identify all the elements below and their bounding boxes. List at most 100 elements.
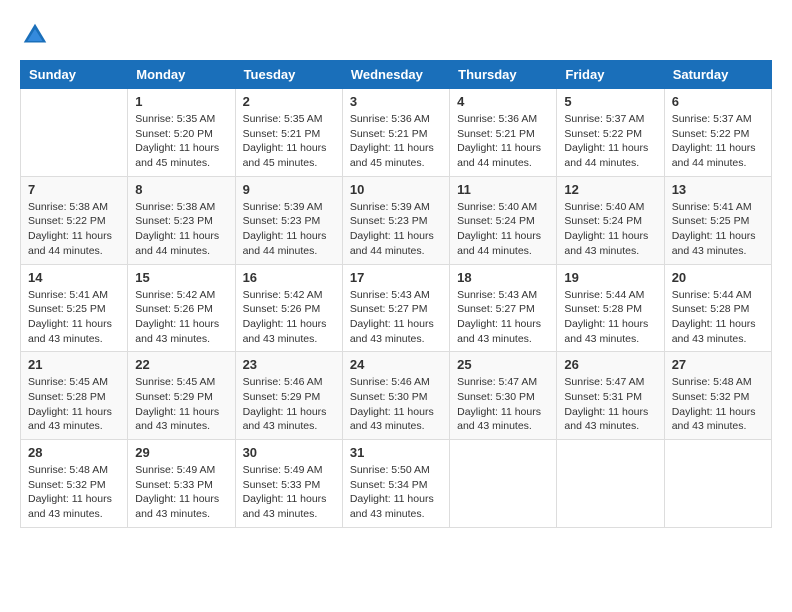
day-number: 31: [350, 445, 442, 460]
day-info: Sunrise: 5:50 AM Sunset: 5:34 PM Dayligh…: [350, 463, 442, 522]
sunrise: Sunrise: 5:37 AM: [672, 113, 752, 125]
day-number: 8: [135, 182, 227, 197]
day-number: 24: [350, 357, 442, 372]
day-info: Sunrise: 5:36 AM Sunset: 5:21 PM Dayligh…: [457, 112, 549, 171]
calendar-cell: 9 Sunrise: 5:39 AM Sunset: 5:23 PM Dayli…: [235, 176, 342, 264]
calendar-cell: 21 Sunrise: 5:45 AM Sunset: 5:28 PM Dayl…: [21, 352, 128, 440]
calendar-cell: 10 Sunrise: 5:39 AM Sunset: 5:23 PM Dayl…: [342, 176, 449, 264]
sunset: Sunset: 5:23 PM: [135, 215, 213, 227]
day-info: Sunrise: 5:47 AM Sunset: 5:30 PM Dayligh…: [457, 375, 549, 434]
day-info: Sunrise: 5:43 AM Sunset: 5:27 PM Dayligh…: [457, 288, 549, 347]
sunset: Sunset: 5:33 PM: [243, 479, 321, 491]
day-number: 2: [243, 94, 335, 109]
sunrise: Sunrise: 5:47 AM: [457, 376, 537, 388]
calendar-week-row: 28 Sunrise: 5:48 AM Sunset: 5:32 PM Dayl…: [21, 440, 772, 528]
day-number: 25: [457, 357, 549, 372]
day-number: 11: [457, 182, 549, 197]
daylight: Daylight: 11 hours and 43 minutes.: [135, 493, 219, 520]
daylight: Daylight: 11 hours and 43 minutes.: [672, 318, 756, 345]
calendar-week-row: 7 Sunrise: 5:38 AM Sunset: 5:22 PM Dayli…: [21, 176, 772, 264]
sunset: Sunset: 5:24 PM: [564, 215, 642, 227]
page-header: [20, 20, 772, 50]
calendar-cell: [557, 440, 664, 528]
sunset: Sunset: 5:28 PM: [564, 303, 642, 315]
calendar-cell: 4 Sunrise: 5:36 AM Sunset: 5:21 PM Dayli…: [450, 89, 557, 177]
sunset: Sunset: 5:31 PM: [564, 391, 642, 403]
sunrise: Sunrise: 5:48 AM: [672, 376, 752, 388]
weekday-header: Thursday: [450, 61, 557, 89]
sunrise: Sunrise: 5:43 AM: [350, 289, 430, 301]
sunrise: Sunrise: 5:47 AM: [564, 376, 644, 388]
calendar-cell: 3 Sunrise: 5:36 AM Sunset: 5:21 PM Dayli…: [342, 89, 449, 177]
daylight: Daylight: 11 hours and 44 minutes.: [457, 230, 541, 257]
day-info: Sunrise: 5:45 AM Sunset: 5:28 PM Dayligh…: [28, 375, 120, 434]
calendar-cell: 8 Sunrise: 5:38 AM Sunset: 5:23 PM Dayli…: [128, 176, 235, 264]
day-info: Sunrise: 5:37 AM Sunset: 5:22 PM Dayligh…: [672, 112, 764, 171]
sunset: Sunset: 5:32 PM: [28, 479, 106, 491]
daylight: Daylight: 11 hours and 43 minutes.: [243, 318, 327, 345]
logo: [20, 20, 54, 50]
daylight: Daylight: 11 hours and 43 minutes.: [350, 318, 434, 345]
logo-icon: [20, 20, 50, 50]
sunrise: Sunrise: 5:45 AM: [135, 376, 215, 388]
calendar-cell: 6 Sunrise: 5:37 AM Sunset: 5:22 PM Dayli…: [664, 89, 771, 177]
day-number: 3: [350, 94, 442, 109]
day-number: 19: [564, 270, 656, 285]
daylight: Daylight: 11 hours and 44 minutes.: [564, 142, 648, 169]
calendar-cell: [664, 440, 771, 528]
sunrise: Sunrise: 5:45 AM: [28, 376, 108, 388]
day-info: Sunrise: 5:43 AM Sunset: 5:27 PM Dayligh…: [350, 288, 442, 347]
daylight: Daylight: 11 hours and 43 minutes.: [350, 493, 434, 520]
daylight: Daylight: 11 hours and 43 minutes.: [28, 493, 112, 520]
weekday-header: Sunday: [21, 61, 128, 89]
sunrise: Sunrise: 5:39 AM: [350, 201, 430, 213]
daylight: Daylight: 11 hours and 44 minutes.: [243, 230, 327, 257]
sunrise: Sunrise: 5:42 AM: [243, 289, 323, 301]
sunset: Sunset: 5:21 PM: [457, 128, 535, 140]
day-number: 18: [457, 270, 549, 285]
calendar-cell: 26 Sunrise: 5:47 AM Sunset: 5:31 PM Dayl…: [557, 352, 664, 440]
sunrise: Sunrise: 5:40 AM: [564, 201, 644, 213]
daylight: Daylight: 11 hours and 43 minutes.: [135, 406, 219, 433]
sunset: Sunset: 5:22 PM: [672, 128, 750, 140]
daylight: Daylight: 11 hours and 43 minutes.: [564, 230, 648, 257]
day-number: 26: [564, 357, 656, 372]
calendar-cell: 24 Sunrise: 5:46 AM Sunset: 5:30 PM Dayl…: [342, 352, 449, 440]
calendar-cell: 28 Sunrise: 5:48 AM Sunset: 5:32 PM Dayl…: [21, 440, 128, 528]
sunrise: Sunrise: 5:38 AM: [135, 201, 215, 213]
weekday-header: Monday: [128, 61, 235, 89]
sunrise: Sunrise: 5:44 AM: [672, 289, 752, 301]
sunset: Sunset: 5:27 PM: [457, 303, 535, 315]
calendar-cell: 22 Sunrise: 5:45 AM Sunset: 5:29 PM Dayl…: [128, 352, 235, 440]
sunset: Sunset: 5:29 PM: [243, 391, 321, 403]
daylight: Daylight: 11 hours and 43 minutes.: [135, 318, 219, 345]
sunset: Sunset: 5:26 PM: [243, 303, 321, 315]
calendar-cell: 29 Sunrise: 5:49 AM Sunset: 5:33 PM Dayl…: [128, 440, 235, 528]
daylight: Daylight: 11 hours and 44 minutes.: [350, 230, 434, 257]
sunset: Sunset: 5:23 PM: [350, 215, 428, 227]
calendar-cell: 5 Sunrise: 5:37 AM Sunset: 5:22 PM Dayli…: [557, 89, 664, 177]
sunrise: Sunrise: 5:41 AM: [28, 289, 108, 301]
day-number: 16: [243, 270, 335, 285]
day-number: 28: [28, 445, 120, 460]
day-info: Sunrise: 5:44 AM Sunset: 5:28 PM Dayligh…: [672, 288, 764, 347]
daylight: Daylight: 11 hours and 43 minutes.: [457, 318, 541, 345]
calendar-cell: 16 Sunrise: 5:42 AM Sunset: 5:26 PM Dayl…: [235, 264, 342, 352]
sunset: Sunset: 5:20 PM: [135, 128, 213, 140]
day-number: 23: [243, 357, 335, 372]
sunset: Sunset: 5:24 PM: [457, 215, 535, 227]
sunset: Sunset: 5:28 PM: [672, 303, 750, 315]
sunset: Sunset: 5:32 PM: [672, 391, 750, 403]
calendar-cell: 1 Sunrise: 5:35 AM Sunset: 5:20 PM Dayli…: [128, 89, 235, 177]
day-info: Sunrise: 5:39 AM Sunset: 5:23 PM Dayligh…: [243, 200, 335, 259]
daylight: Daylight: 11 hours and 43 minutes.: [672, 230, 756, 257]
day-number: 14: [28, 270, 120, 285]
day-number: 15: [135, 270, 227, 285]
calendar-cell: 7 Sunrise: 5:38 AM Sunset: 5:22 PM Dayli…: [21, 176, 128, 264]
calendar-cell: 18 Sunrise: 5:43 AM Sunset: 5:27 PM Dayl…: [450, 264, 557, 352]
calendar-cell: 15 Sunrise: 5:42 AM Sunset: 5:26 PM Dayl…: [128, 264, 235, 352]
sunset: Sunset: 5:29 PM: [135, 391, 213, 403]
weekday-header: Saturday: [664, 61, 771, 89]
sunset: Sunset: 5:25 PM: [672, 215, 750, 227]
sunset: Sunset: 5:27 PM: [350, 303, 428, 315]
